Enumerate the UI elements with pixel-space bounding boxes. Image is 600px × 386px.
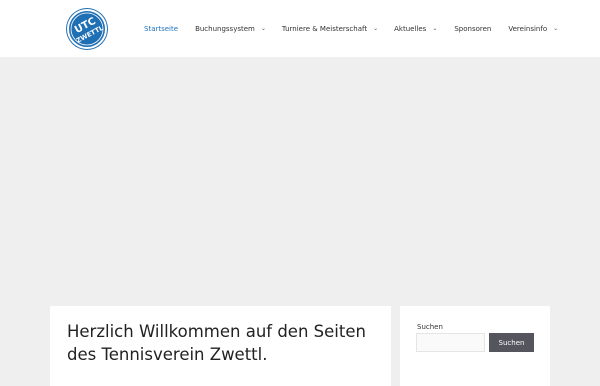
site-logo[interactable]: UTC ZWETTL [67,9,107,49]
nav-item-label: Buchungssystem [195,24,255,33]
search-label: Suchen [417,323,443,331]
sidebar-search-widget: Suchen Suchen [400,306,550,386]
search-input[interactable] [416,333,485,352]
page-title: Herzlich Willkommen auf den Seiten des T… [67,322,366,364]
main-content: Herzlich Willkommen auf den Seiten des T… [50,306,391,386]
search-button[interactable]: Suchen [489,333,534,352]
nav-item-startseite[interactable]: Startseite [144,25,178,33]
chevron-down-icon: ⌄ [373,25,379,32]
nav-item-label: Vereinsinfo [508,24,548,33]
chevron-down-icon: ⌄ [260,25,266,32]
nav-item-buchungssystem[interactable]: Buchungssystem ⌄ [195,25,266,33]
chevron-down-icon: ⌄ [553,25,559,32]
nav-item-vereinsinfo[interactable]: Vereinsinfo ⌄ [508,25,558,33]
nav-item-turniere-meisterschaft[interactable]: Turniere & Meisterschaft ⌄ [282,25,378,33]
nav-item-label: Turniere & Meisterschaft [281,24,368,33]
nav-item-sponsoren[interactable]: Sponsoren [454,25,491,33]
nav-item-aktuelles[interactable]: Aktuelles ⌄ [394,25,437,33]
nav-item-label: Startseite [144,24,179,33]
site-header: UTC ZWETTL Startseite Buchungssystem ⌄ T… [0,0,600,57]
main-navigation: Startseite Buchungssystem ⌄ Turniere & M… [144,0,558,57]
chevron-down-icon: ⌄ [432,25,438,32]
nav-item-label: Aktuelles [394,24,427,33]
logo-emblem-icon: UTC ZWETTL [70,12,105,46]
nav-item-label: Sponsoren [454,24,492,33]
